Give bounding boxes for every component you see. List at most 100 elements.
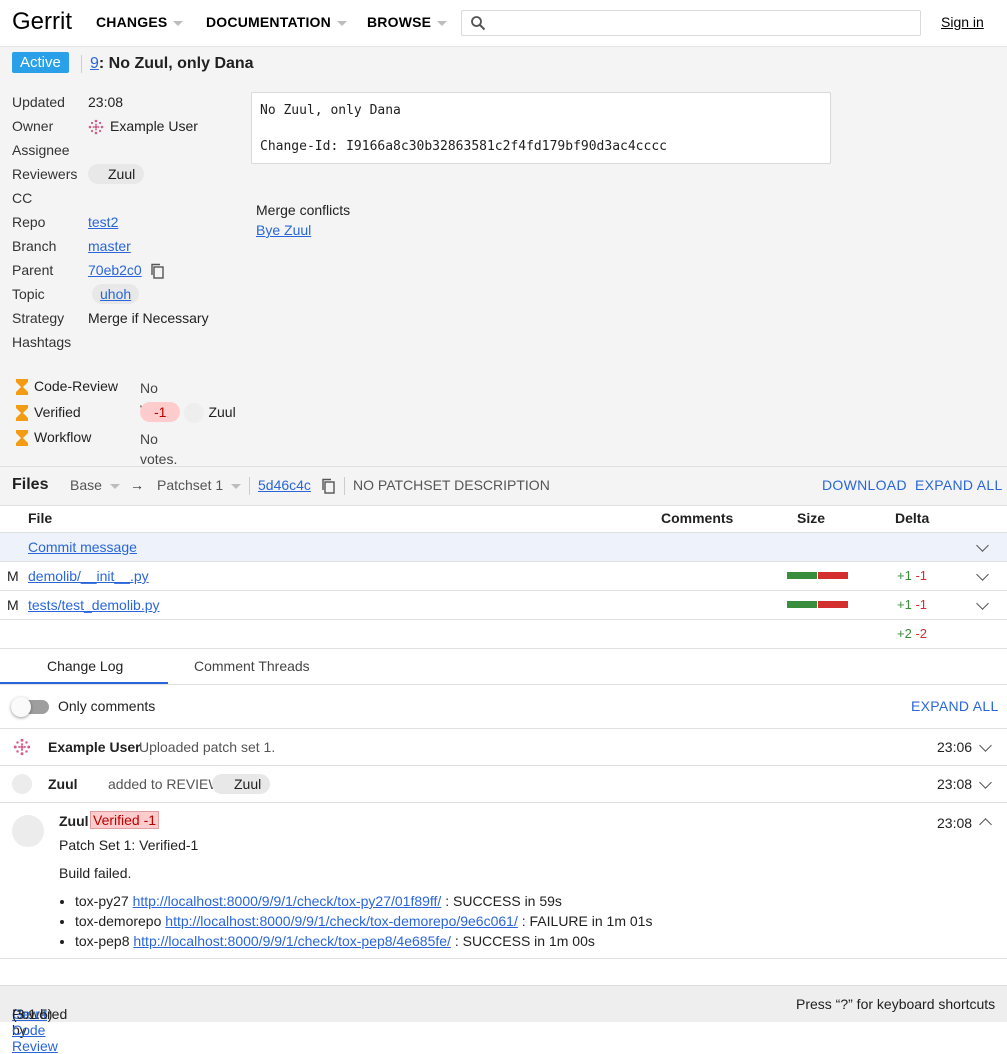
- chevron-down-icon[interactable]: [979, 739, 992, 752]
- toggle-knob: [11, 697, 31, 717]
- build-name: tox-demorepo: [75, 913, 162, 929]
- build-link[interactable]: http://localhost:8000/9/9/1/check/tox-pe…: [133, 933, 451, 949]
- commit-message-change-id: Change-Id: I9166a8c30b32863581c2f4fd179b…: [260, 139, 667, 154]
- delta-removed: -1: [915, 597, 928, 612]
- menu-browse[interactable]: BROWSE: [367, 14, 448, 30]
- hourglass-icon: [16, 379, 28, 396]
- message-author[interactable]: Zuul: [48, 776, 78, 792]
- owner-name: Example User: [110, 118, 198, 134]
- avatar: [12, 774, 32, 794]
- label-verified: Verified -1 Zuul: [16, 402, 236, 424]
- commit-hash-link[interactable]: 5d46c4c: [258, 477, 311, 493]
- label-code-review: Code-Review No votes.: [16, 376, 177, 416]
- menu-documentation[interactable]: DOCUMENTATION: [206, 14, 347, 30]
- voter-name[interactable]: Zuul: [208, 404, 235, 420]
- merge-conflict-link[interactable]: Bye Zuul: [256, 222, 350, 238]
- label-workflow: Workflow No votes.: [16, 427, 177, 467]
- menu-changes-label: CHANGES: [96, 14, 168, 30]
- chevron-down-icon: [231, 483, 242, 489]
- build-status: : SUCCESS in 59s: [445, 893, 562, 909]
- expand-all-files-button[interactable]: EXPAND ALL: [915, 477, 1003, 493]
- file-delta: +1 -1: [897, 568, 927, 583]
- status-badge: Active: [12, 52, 69, 73]
- message-time: 23:08: [937, 776, 973, 792]
- chevron-down-icon[interactable]: [976, 539, 989, 552]
- topic-link[interactable]: uhoh: [100, 286, 131, 302]
- owner-value[interactable]: Example User: [88, 116, 198, 136]
- chevron-down-icon[interactable]: [976, 568, 989, 581]
- base-select[interactable]: Base: [70, 477, 120, 493]
- chevron-down-icon[interactable]: [976, 597, 989, 610]
- only-comments-toggle[interactable]: [11, 697, 49, 717]
- change-subject: : No Zuul, only Dana: [98, 55, 254, 72]
- meta-label: Reviewers: [12, 166, 78, 182]
- search-input[interactable]: [461, 10, 921, 36]
- expand-all-messages-button[interactable]: EXPAND ALL: [911, 698, 999, 714]
- menu-changes[interactable]: CHANGES: [96, 14, 184, 30]
- user-avatar-icon: [13, 738, 31, 756]
- build-name: tox-pep8: [75, 933, 130, 949]
- list-item[interactable]: Example User Uploaded patch set 1. 23:06: [0, 729, 1007, 766]
- chevron-down-icon: [437, 20, 448, 26]
- total-delta: +2 -2: [897, 626, 927, 641]
- gerrit-logo[interactable]: Gerrit: [12, 8, 72, 36]
- tab-change-log[interactable]: Change Log: [47, 658, 123, 674]
- download-button[interactable]: DOWNLOAD: [822, 477, 907, 493]
- files-title: Files: [12, 476, 49, 493]
- updated-value: 23:08: [88, 94, 124, 110]
- chevron-up-icon[interactable]: [979, 818, 992, 831]
- message-author[interactable]: Example User: [48, 739, 141, 755]
- meta-label: Strategy: [12, 310, 65, 326]
- tab-comment-threads[interactable]: Comment Threads: [194, 658, 310, 674]
- column-comments: Comments: [661, 510, 734, 526]
- patchset-description[interactable]: NO PATCHSET DESCRIPTION: [353, 477, 550, 493]
- size-bar-added: [787, 601, 817, 608]
- build-result: tox-demorepo http://localhost:8000/9/9/1…: [75, 911, 652, 931]
- change-number-link[interactable]: 9: [90, 55, 99, 72]
- change-header: Active 9: No Zuul, only Dana: [0, 46, 1007, 81]
- commit-message-row[interactable]: Commit message: [0, 533, 1007, 562]
- copy-icon[interactable]: [150, 263, 164, 279]
- menu-browse-label: BROWSE: [367, 14, 432, 30]
- page-footer: Powered by Gerrit Code Review (3.1.5) Pr…: [0, 985, 1007, 1054]
- build-result: tox-pep8 http://localhost:8000/9/9/1/che…: [75, 931, 652, 951]
- build-link[interactable]: http://localhost:8000/9/9/1/check/tox-py…: [133, 893, 442, 909]
- message-author[interactable]: Zuul: [59, 813, 89, 829]
- file-delta: +1 -1: [897, 597, 927, 612]
- build-results-list: tox-py27 http://localhost:8000/9/9/1/che…: [59, 891, 652, 951]
- total-added: +2: [897, 626, 912, 641]
- user-avatar-icon: [88, 119, 104, 135]
- build-status: : SUCCESS in 1m 00s: [454, 933, 595, 949]
- reviewer-chip[interactable]: Zuul: [212, 774, 271, 794]
- build-link[interactable]: http://localhost:8000/9/9/1/check/tox-de…: [165, 913, 518, 929]
- copy-icon[interactable]: [321, 478, 335, 494]
- hourglass-icon: [16, 430, 28, 447]
- tab-bar: Change Log Comment Threads: [0, 648, 1007, 685]
- meta-label: Repo: [12, 214, 46, 230]
- sign-in-link[interactable]: Sign in: [941, 14, 984, 30]
- label-name: Workflow: [34, 429, 92, 445]
- chevron-down-icon: [336, 20, 347, 26]
- file-path-link[interactable]: demolib/__init__.py: [28, 568, 149, 584]
- column-delta: Delta: [895, 510, 930, 526]
- files-header: Files Base → Patchset 1 5d46c4c NO PATCH…: [0, 466, 1007, 506]
- commit-message-link[interactable]: Commit message: [28, 539, 137, 555]
- message-time: 23:08: [937, 815, 973, 831]
- build-status: : FAILURE in 1m 01s: [521, 913, 653, 929]
- meta-label: Updated: [12, 94, 65, 110]
- file-path-link[interactable]: tests/test_demolib.py: [28, 597, 160, 613]
- branch-link[interactable]: master: [88, 236, 131, 256]
- reviewer-chip[interactable]: Zuul: [88, 164, 145, 184]
- column-size: Size: [797, 510, 826, 526]
- patchset-select[interactable]: Patchset 1: [157, 477, 242, 493]
- search-icon: [471, 16, 486, 31]
- repo-link[interactable]: test2: [88, 212, 118, 232]
- table-row[interactable]: M tests/test_demolib.py +1 -1: [0, 591, 1007, 620]
- list-item[interactable]: Zuul added to REVIEWER: Zuul 23:08: [0, 766, 1007, 803]
- patchset-select-label: Patchset 1: [157, 477, 224, 493]
- chevron-down-icon[interactable]: [979, 776, 992, 789]
- size-bar-removed: [818, 572, 848, 579]
- table-row[interactable]: M demolib/__init__.py +1 -1: [0, 562, 1007, 591]
- parent-commit-link[interactable]: 70eb2c0: [88, 262, 142, 278]
- chevron-down-icon: [173, 20, 184, 26]
